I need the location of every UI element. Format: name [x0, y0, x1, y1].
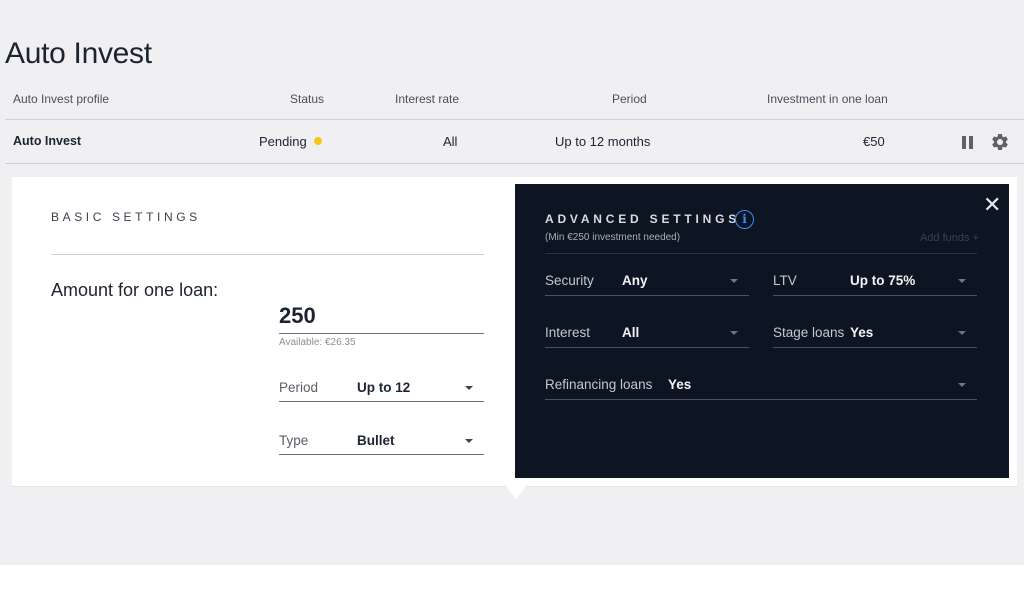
row-interest-rate: All	[443, 134, 458, 149]
stage-loans-select[interactable]: Stage loans Yes	[773, 318, 977, 348]
chevron-down-icon	[465, 439, 473, 443]
interest-select[interactable]: Interest All	[545, 318, 749, 348]
header-investment: Investment in one loan	[767, 92, 888, 106]
advanced-settings-heading: ADVANCED SETTINGS	[545, 212, 741, 226]
add-funds-link[interactable]: Add funds +	[920, 232, 979, 244]
info-icon[interactable]: i	[735, 210, 754, 229]
chevron-down-icon	[730, 279, 738, 283]
chevron-down-icon	[465, 386, 473, 390]
available-balance: Available: €26.35	[279, 337, 356, 348]
basic-settings-heading: BASIC SETTINGS	[51, 210, 201, 224]
ltv-label: LTV	[773, 273, 797, 288]
type-label: Type	[279, 433, 309, 448]
row-period: Up to 12 months	[555, 134, 651, 149]
chevron-down-icon	[958, 279, 966, 283]
header-status: Status	[290, 92, 325, 106]
chevron-down-icon	[958, 331, 966, 335]
advanced-settings-divider	[545, 253, 977, 254]
amount-input[interactable]	[279, 298, 484, 334]
stage-loans-label: Stage loans	[773, 325, 845, 340]
status-text: Pending	[259, 134, 307, 149]
chevron-down-icon	[730, 331, 738, 335]
pause-icon[interactable]	[962, 136, 974, 149]
security-value: Any	[622, 273, 648, 288]
stage-loans-value: Yes	[850, 325, 874, 340]
security-select[interactable]: Security Any	[545, 266, 749, 296]
refinancing-loans-value: Yes	[668, 377, 692, 392]
close-icon[interactable]: ✕	[983, 194, 1001, 216]
header-profile: Auto Invest profile	[13, 92, 110, 106]
gear-icon[interactable]	[990, 132, 1010, 152]
refinancing-loans-label: Refinancing loans	[545, 377, 653, 392]
table-row-divider	[5, 163, 1024, 164]
amount-label: Amount for one loan:	[51, 280, 219, 300]
page-title: Auto Invest	[5, 37, 152, 70]
security-label: Security	[545, 273, 594, 288]
chevron-down-icon	[958, 383, 966, 387]
row-profile-name[interactable]: Auto Invest	[13, 134, 81, 148]
header-interest-rate: Interest rate	[395, 92, 460, 106]
status-pending-dot	[313, 137, 322, 145]
ltv-value: Up to 75%	[850, 273, 916, 288]
period-select[interactable]: Period Up to 12	[279, 374, 484, 402]
period-label: Period	[279, 380, 319, 395]
table-header-divider	[5, 119, 1024, 120]
ltv-select[interactable]: LTV Up to 75%	[773, 266, 977, 296]
row-status: Pending	[259, 134, 322, 149]
type-select[interactable]: Type Bullet	[279, 427, 484, 455]
settings-card-pointer	[506, 486, 526, 499]
period-value: Up to 12	[357, 380, 411, 395]
refinancing-loans-select[interactable]: Refinancing loans Yes	[545, 370, 977, 400]
row-investment: €50	[863, 134, 885, 149]
interest-label: Interest	[545, 325, 591, 340]
header-period: Period	[612, 92, 647, 106]
basic-settings-divider	[51, 254, 484, 255]
advanced-settings-panel: ADVANCED SETTINGS i (Min €250 investment…	[515, 184, 1009, 478]
advanced-settings-subtitle: (Min €250 investment needed)	[545, 232, 681, 243]
interest-value: All	[622, 325, 640, 340]
type-value: Bullet	[357, 433, 395, 448]
